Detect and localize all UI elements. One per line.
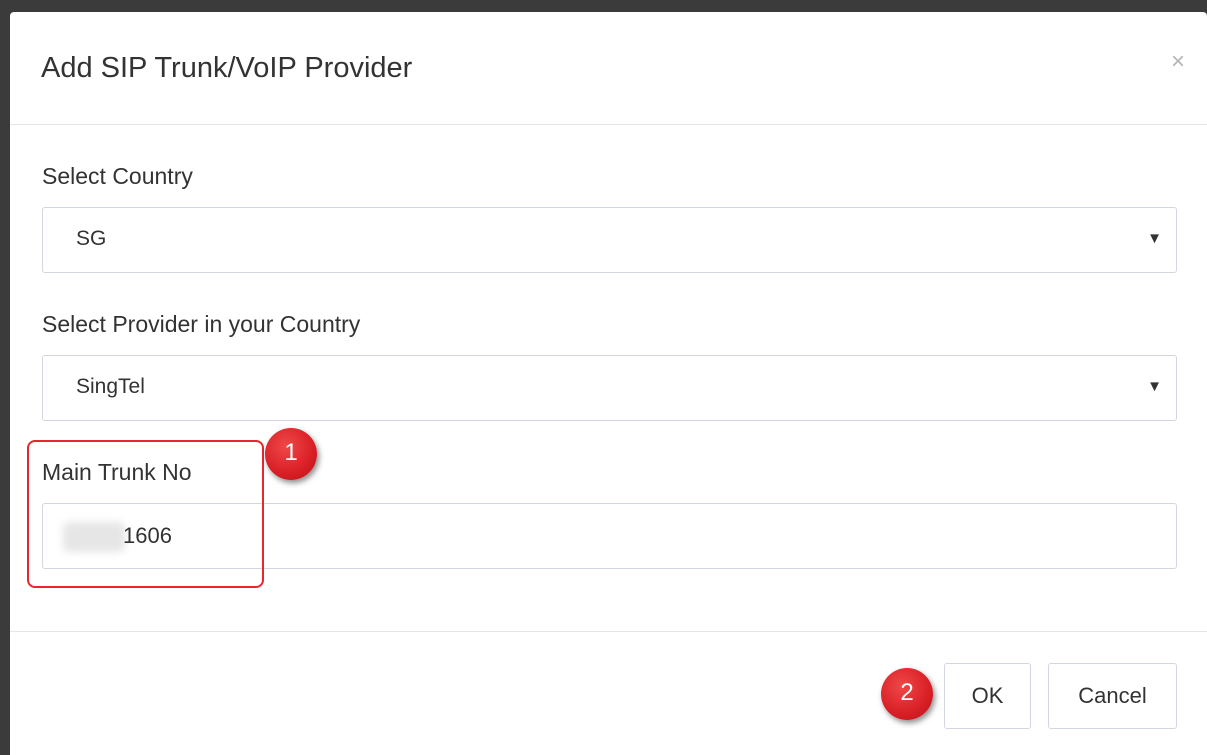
dialog-title: Add SIP Trunk/VoIP Provider bbox=[41, 52, 413, 84]
country-selected-value: SG bbox=[76, 227, 107, 250]
ok-button[interactable]: OK bbox=[944, 663, 1031, 729]
cancel-button[interactable]: Cancel bbox=[1048, 663, 1177, 729]
country-select[interactable]: SG ▼ bbox=[42, 207, 1177, 273]
provider-label: Select Provider in your Country bbox=[42, 311, 361, 337]
annotation-highlight-box bbox=[27, 440, 264, 588]
provider-selected-value: SingTel bbox=[76, 375, 145, 398]
country-label: Select Country bbox=[42, 163, 193, 189]
dialog-header: Add SIP Trunk/VoIP Provider × bbox=[10, 12, 1207, 125]
chevron-down-icon: ▼ bbox=[1147, 378, 1162, 395]
add-sip-trunk-dialog: Add SIP Trunk/VoIP Provider × Select Cou… bbox=[10, 12, 1207, 755]
footer-divider bbox=[10, 631, 1207, 632]
step-2-badge: 2 bbox=[881, 668, 933, 720]
step-1-badge: 1 bbox=[265, 428, 317, 480]
chevron-down-icon: ▼ bbox=[1147, 230, 1162, 247]
provider-select[interactable]: SingTel ▼ bbox=[42, 355, 1177, 421]
close-icon[interactable]: × bbox=[1171, 50, 1185, 74]
